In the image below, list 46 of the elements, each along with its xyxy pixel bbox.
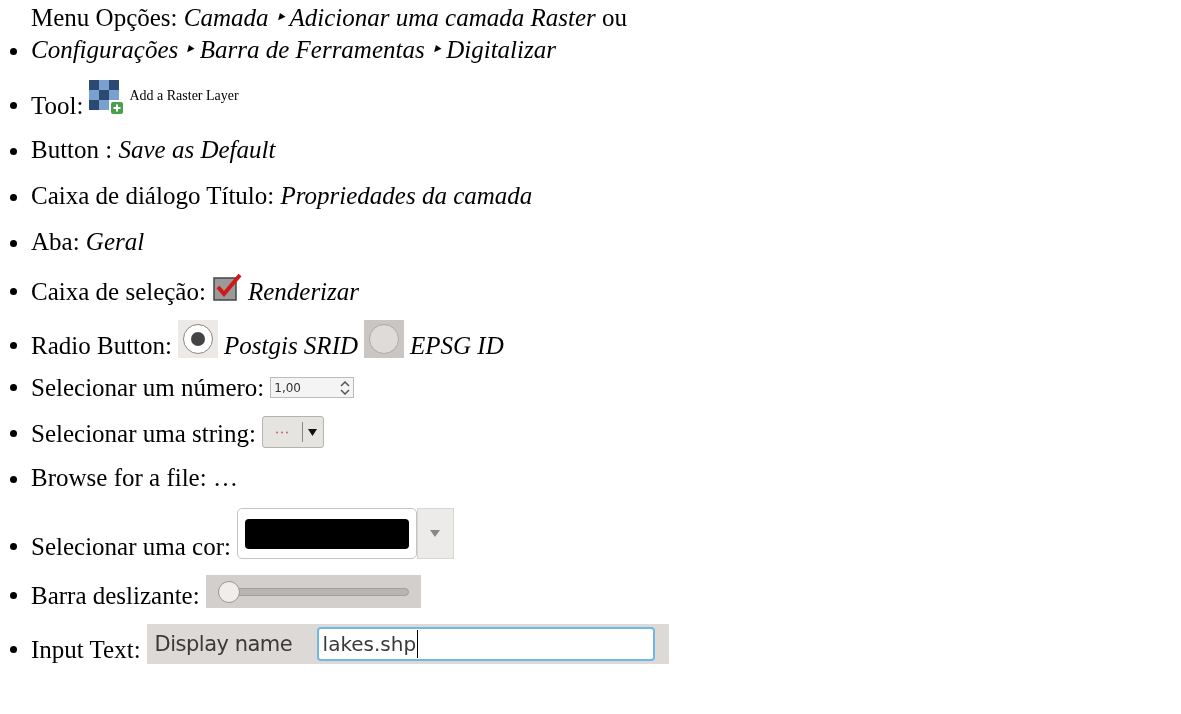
list-text: Aba: Geral (31, 227, 145, 257)
checkbox-label: Renderizar (247, 278, 360, 306)
list-text: Barra deslizante: (31, 582, 200, 610)
list-text: Radio Button: (31, 332, 172, 360)
bullet (10, 430, 17, 437)
slider-handle[interactable] (217, 580, 240, 603)
bullet (10, 646, 17, 653)
checkbox[interactable] (211, 272, 242, 302)
bullet (10, 342, 17, 349)
input-field[interactable]: lakes.shp (316, 627, 655, 661)
bullet (10, 48, 17, 55)
radio-label: Postgis SRID (224, 332, 358, 360)
bullet (10, 384, 17, 391)
radio-button[interactable] (364, 320, 404, 358)
color-dropdown-button[interactable] (416, 508, 454, 559)
list-text: Input Text: (31, 636, 141, 664)
dropdown-arrow-icon (430, 530, 441, 537)
string-combo[interactable] (261, 416, 324, 448)
ellipsis-icon (275, 430, 290, 434)
radio-label: EPSG ID (410, 332, 504, 360)
number-spinbox[interactable]: 1,00 (270, 377, 355, 398)
list-text: Selecionar uma cor: (31, 533, 231, 561)
slider-track[interactable] (217, 579, 409, 604)
up-down-arrows-icon[interactable] (340, 380, 351, 395)
list-text: Browse for a file: … (31, 463, 238, 493)
bullet (10, 102, 17, 109)
field-label: Display name (154, 631, 294, 658)
bullet (10, 592, 17, 599)
list-text: Selecionar uma string: (31, 420, 256, 448)
bullet (10, 288, 17, 295)
tool-caption: Add a Raster Layer (129, 87, 239, 105)
bullet (10, 476, 17, 483)
dropdown-arrow-icon (308, 427, 318, 437)
color-button[interactable] (236, 508, 417, 559)
radio-button[interactable] (178, 320, 218, 358)
raster-layer-add-icon[interactable] (89, 80, 124, 114)
list-text: Menu Opções: Camada ‣ Adicionar uma camada Raster ou Configurações ‣ Barra de Ferramentas ‣ Digitalizar (31, 3, 628, 65)
bullet (10, 194, 17, 201)
list-text: Caixa de seleção: (31, 278, 206, 306)
bullet (10, 543, 17, 550)
list-text: Button : Save as Default (31, 135, 276, 165)
bullet (10, 148, 17, 155)
list-text: Selecionar um número: (31, 374, 265, 402)
list-text: Tool: (31, 92, 84, 120)
list-text: Caixa de diálogo Título: Propriedades da camada (31, 181, 533, 211)
bullet (10, 240, 17, 247)
